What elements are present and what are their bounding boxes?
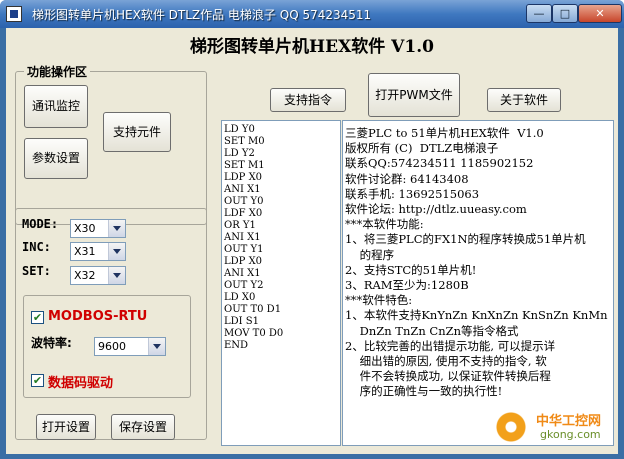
param-settings-button[interactable]: 参数设置 — [24, 138, 88, 179]
modbus-checkbox[interactable]: ✔ — [31, 311, 44, 324]
code-line: LDI S1 — [224, 316, 259, 327]
comm-monitor-button[interactable]: 通讯监控 — [24, 85, 88, 128]
function-group-label: 功能操作区 — [24, 63, 91, 80]
chevron-down-icon[interactable] — [108, 220, 125, 237]
inc-value: X31 — [74, 245, 96, 258]
set-select[interactable]: X32 — [70, 266, 126, 285]
info-line: ***本软件功能: — [345, 217, 424, 232]
inc-label: INC: — [22, 240, 51, 254]
baud-value: 9600 — [98, 340, 126, 353]
ladder-code-textbox[interactable]: LD Y0 SET M0 LD Y2 SET M1 LDP X0 ANI X1 OUT Y0… — [221, 120, 341, 446]
info-line: 联系QQ:574234511 1185902152 — [345, 156, 534, 171]
info-line: 软件讨论群: 64143408 — [345, 171, 469, 186]
close-button[interactable]: ✕ — [578, 4, 622, 23]
code-line: MOV T0 D0 — [224, 328, 284, 339]
info-line: 版权所有 (C) DTLZ电梯浪子 — [345, 141, 499, 156]
info-line: 2、支持STC的51单片机! — [345, 262, 477, 277]
code-line: END — [224, 340, 249, 351]
save-settings-button[interactable]: 保存设置 — [111, 414, 175, 440]
info-line: 细出错的原因, 使用不支持的指令, 软 — [345, 354, 547, 369]
code-line: LDF X0 — [224, 208, 263, 219]
info-line: 1、将三菱PLC的FX1N的程序转换成51单片机 — [345, 232, 586, 247]
code-line: ANI X1 — [224, 232, 261, 243]
client-area: 梯形图转单片机HEX软件 V1.0 功能操作区 通讯监控 支持元件 参数设置 支… — [6, 28, 618, 454]
mode-label: MODE: — [22, 217, 59, 231]
code-line: OR Y1 — [224, 220, 256, 231]
chevron-down-icon[interactable] — [108, 243, 125, 260]
code-line: LD Y0 — [224, 124, 255, 135]
inc-select[interactable]: X31 — [70, 242, 126, 261]
info-line: 1、本软件支持KnYnZn KnXnZn KnSnZn KnMn — [345, 308, 608, 323]
maximize-button[interactable]: □ — [552, 4, 578, 23]
info-line: DnZn TnZn CnZn等指令格式 — [345, 323, 519, 338]
minimize-button[interactable]: — — [526, 4, 552, 23]
set-value: X32 — [74, 269, 96, 282]
modbus-label: MODBOS-RTU — [48, 309, 148, 324]
code-line: ANI X1 — [224, 268, 261, 279]
title-bar[interactable]: 梯形图转单片机HEX软件 DTLZ作品 电梯浪子 QQ 574234511 — … — [0, 0, 624, 28]
code-line: OUT Y1 — [224, 244, 264, 255]
watermark: 中华工控网 gkong.com — [492, 400, 616, 452]
info-line: 联系手机: 13692515063 — [345, 186, 480, 201]
info-line: 件不会转换成功, 以保证软件转换后程 — [345, 369, 551, 384]
support-instructions-button[interactable]: 支持指令 — [270, 88, 346, 112]
code-line: SET M0 — [224, 136, 265, 147]
support-elements-button[interactable]: 支持元件 — [103, 112, 171, 152]
info-line: 2、比较完善的出错提示功能, 可以提示详 — [345, 338, 556, 353]
code-line: LD X0 — [224, 292, 256, 303]
baud-select[interactable]: 9600 — [94, 337, 166, 356]
mode-select[interactable]: X30 — [70, 219, 126, 238]
info-line: 三菱PLC to 51单片机HEX软件 V1.0 — [345, 126, 544, 140]
watermark-url: gkong.com — [540, 428, 601, 441]
code-line: OUT Y0 — [224, 196, 264, 207]
gear-icon — [494, 410, 528, 444]
watermark-text: 中华工控网 — [536, 414, 602, 429]
digit-driver-checkbox[interactable]: ✔ — [31, 374, 44, 387]
code-line: OUT T0 D1 — [224, 304, 282, 315]
code-line: OUT Y2 — [224, 280, 264, 291]
chevron-down-icon[interactable] — [108, 267, 125, 284]
baud-label: 波特率: — [31, 336, 72, 350]
info-line: 序的正确性与一致的执行性! — [345, 384, 503, 399]
code-line: LDP X0 — [224, 172, 263, 183]
info-text-list: 三菱PLC to 51单片机HEX软件 V1.0 版权所有 (C) DTLZ电梯浪… — [345, 126, 611, 400]
about-button[interactable]: 关于软件 — [487, 88, 561, 112]
chevron-down-icon[interactable] — [148, 338, 165, 355]
info-line: 3、RAM至少为:1280B — [345, 278, 469, 293]
digit-driver-label: 数据码驱动 — [48, 376, 114, 391]
window-title: 梯形图转单片机HEX软件 DTLZ作品 电梯浪子 QQ 574234511 — [32, 8, 372, 22]
info-line: ***软件特色: — [345, 293, 413, 308]
code-line: LDP X0 — [224, 256, 263, 267]
set-label: SET: — [22, 264, 51, 278]
code-line: SET M1 — [224, 160, 265, 171]
code-line: ANI X1 — [224, 184, 261, 195]
open-pwm-button[interactable]: 打开PWM文件 — [368, 73, 460, 117]
info-line: 的程序 — [345, 247, 395, 262]
ladder-code-list: LD Y0 SET M0 LD Y2 SET M1 LDP X0 ANI X1 OUT Y0… — [224, 124, 338, 352]
code-line: LD Y2 — [224, 148, 255, 159]
open-settings-button[interactable]: 打开设置 — [36, 414, 96, 440]
app-title: 梯形图转单片机HEX软件 V1.0 — [190, 37, 434, 57]
mode-value: X30 — [74, 222, 96, 235]
app-window: 梯形图转单片机HEX软件 DTLZ作品 电梯浪子 QQ 574234511 — … — [0, 0, 624, 459]
info-line: 软件论坛: http://dtlz.uueasy.com — [345, 202, 527, 217]
info-textbox[interactable]: 三菱PLC to 51单片机HEX软件 V1.0 版权所有 (C) DTLZ电梯浪… — [342, 120, 614, 446]
app-icon[interactable] — [6, 6, 22, 22]
